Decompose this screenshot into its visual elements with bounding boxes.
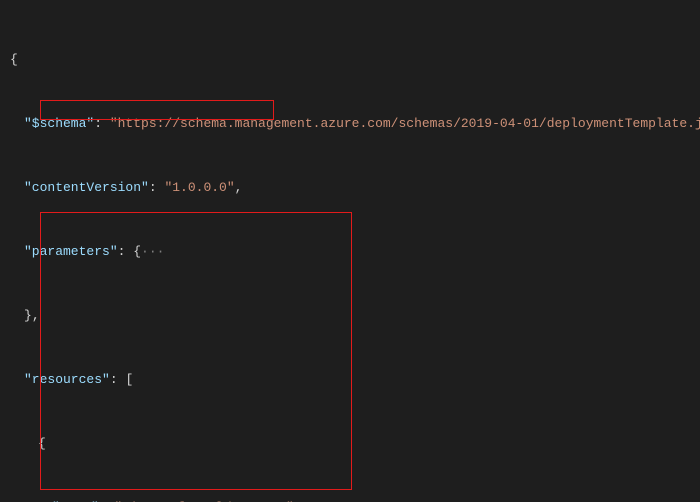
code-line: }, [10, 308, 700, 324]
code-line: "parameters": {··· [10, 244, 700, 260]
folded-region[interactable]: { [133, 244, 141, 259]
code-line: { [10, 436, 700, 452]
code-line: "resources": [ [10, 372, 700, 388]
code-editor: { "$schema": "https://schema.management.… [0, 0, 700, 502]
code-line: "contentVersion": "1.0.0.0", [10, 180, 700, 196]
code-line: { [10, 52, 700, 68]
code-line: "$schema": "https://schema.management.az… [10, 116, 700, 132]
